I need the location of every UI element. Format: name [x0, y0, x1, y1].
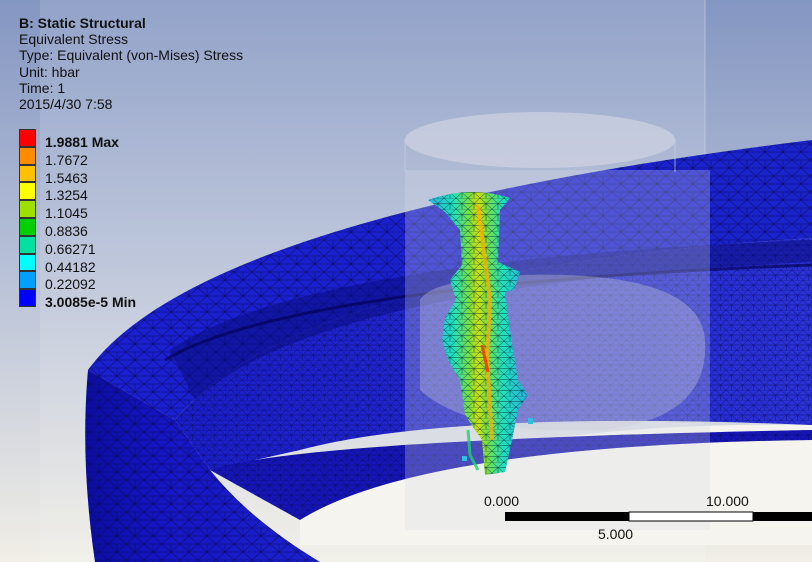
legend-entry: 1.9881 Max	[19, 129, 179, 149]
legend-entry: 0.8836	[19, 218, 179, 238]
legend-swatch	[19, 200, 36, 218]
result-timestamp: 2015/4/30 7:58	[19, 96, 113, 113]
result-name: Equivalent Stress	[19, 31, 128, 48]
analysis-title: B: Static Structural	[19, 15, 146, 31]
legend-entry: 0.44182	[19, 253, 179, 274]
legend-entry: 3.0085e-5 Min	[19, 289, 179, 311]
scale-label: 5.000	[598, 526, 634, 542]
result-unit: Unit: hbar	[19, 63, 80, 80]
legend-swatch	[19, 235, 36, 254]
legend-entry: 1.1045	[19, 200, 179, 220]
legend-entry: 0.66271	[19, 235, 179, 256]
scale-label: 10.000	[706, 493, 749, 509]
legend-swatch	[19, 146, 36, 165]
legend-label: 3.0085e-5 Min	[45, 294, 137, 311]
legend-entry: 0.22092	[19, 271, 179, 291]
legend-swatch	[19, 289, 36, 307]
result-type: Type: Equivalent (von-Mises) Stress	[19, 47, 244, 64]
legend-swatch	[19, 271, 36, 290]
legend-swatch	[19, 182, 36, 201]
legend-swatch	[19, 164, 36, 183]
legend-swatch	[19, 253, 36, 272]
result-time: Time: 1	[19, 79, 66, 96]
legend-entry: 1.3254	[19, 182, 179, 202]
legend-entry: 1.7672	[19, 146, 179, 167]
legend-swatch	[19, 218, 36, 236]
scale-label: 0.000	[484, 493, 520, 509]
result-info: B: Static Structural Equivalent Stress T…	[19, 15, 243, 112]
legend-swatch	[19, 129, 36, 147]
graphics-viewport[interactable]: B: Static Structural Equivalent Stress T…	[0, 0, 812, 562]
legend-entry: 1.5463	[19, 164, 179, 185]
